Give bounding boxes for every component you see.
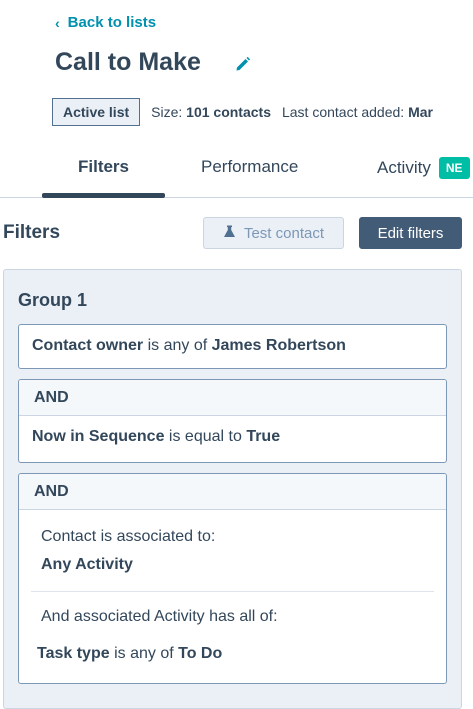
test-contact-label: Test contact: [243, 224, 325, 242]
filter-text: Task type is any of To Do: [37, 645, 223, 662]
back-to-lists-label: Back to lists: [67, 14, 157, 31]
back-to-lists-link[interactable]: ‹ Back to lists: [55, 14, 156, 31]
edit-filters-button[interactable]: Edit filters: [359, 217, 462, 249]
filter-associated-activity[interactable]: AND Contact is associated to: Any Activi…: [18, 473, 447, 684]
active-tab-indicator: [42, 193, 165, 198]
filter-group: Group 1 Contact owner is any of James Ro…: [3, 269, 462, 709]
tab-bar: Filters Performance Activity NE: [0, 145, 473, 198]
list-meta-row: Active list Size: 101 contacts Last cont…: [52, 97, 473, 127]
test-contact-button[interactable]: Test contact: [203, 217, 344, 249]
list-size-value: 101 contacts: [186, 104, 271, 120]
status-badge: Active list: [52, 98, 141, 126]
pencil-icon[interactable]: [234, 55, 252, 78]
filter-text: Now in Sequence is equal to True: [32, 428, 281, 445]
and-connector: AND: [19, 380, 446, 416]
flask-icon: [223, 225, 236, 242]
tab-activity-label: Activity: [377, 158, 431, 177]
association-value: Any Activity: [41, 556, 133, 573]
filter-text: Contact owner is any of James Robertson: [32, 337, 346, 354]
list-size: Size: 101 contacts: [151, 104, 271, 120]
chevron-left-icon: ‹: [55, 14, 60, 31]
associated-activity-label: And associated Activity has all of:: [41, 608, 278, 625]
tab-performance[interactable]: Performance: [201, 157, 298, 177]
last-contact-added-value: Mar: [408, 104, 433, 120]
last-contact-added: Last contact added: Mar: [281, 104, 433, 120]
group-title: Group 1: [18, 290, 88, 310]
and-connector: AND: [19, 474, 446, 510]
new-badge: NE: [438, 157, 470, 179]
divider: [31, 591, 434, 592]
tab-filters[interactable]: Filters: [42, 157, 165, 177]
page-title: Call to Make: [55, 48, 201, 76]
filter-now-in-sequence[interactable]: AND Now in Sequence is equal to True: [18, 379, 447, 463]
association-label: Contact is associated to:: [41, 528, 216, 545]
tab-activity[interactable]: Activity NE: [377, 157, 470, 179]
filters-section-title: Filters: [3, 222, 61, 243]
filter-contact-owner[interactable]: Contact owner is any of James Robertson: [18, 324, 447, 369]
